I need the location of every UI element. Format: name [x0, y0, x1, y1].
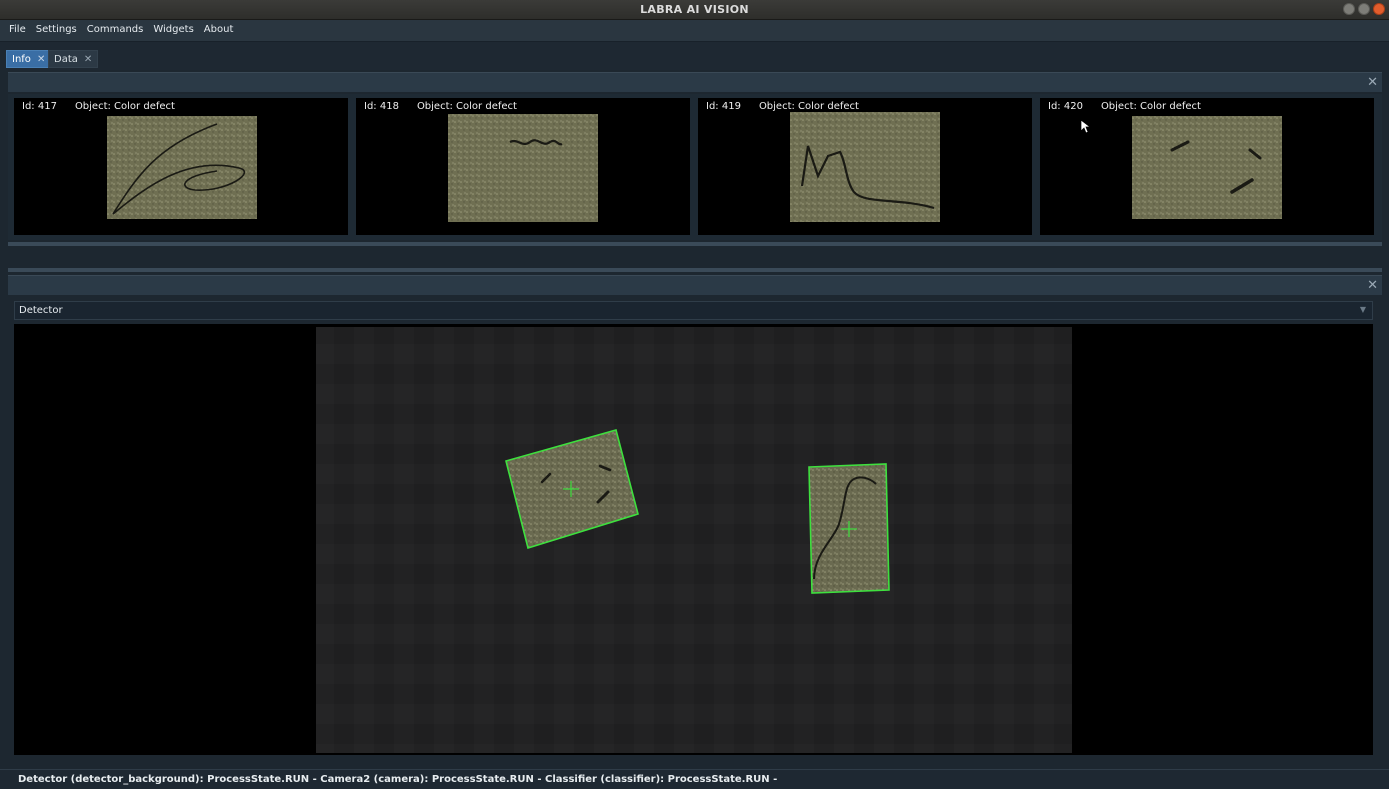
title-bar: LABRA AI VISION	[0, 0, 1389, 20]
defects-dock-header: ✕	[8, 72, 1382, 92]
window-controls	[1343, 3, 1385, 15]
camera-frame	[316, 327, 1072, 753]
defect-object: Object: Color defect	[74, 101, 175, 112]
defect-object: Object: Color defect	[758, 101, 859, 112]
detector-select-value: Detector	[19, 305, 63, 316]
defect-id: Id: 417	[22, 101, 57, 112]
defect-image	[448, 114, 598, 222]
menu-settings[interactable]: Settings	[31, 20, 82, 41]
defect-meta: Id: 418 Object: Color defect	[364, 101, 517, 112]
cursor-icon	[1081, 120, 1091, 134]
defect-id: Id: 418	[364, 101, 399, 112]
defect-card[interactable]: Id: 419 Object: Color defect	[698, 98, 1032, 235]
defect-object: Object: Color defect	[1100, 101, 1201, 112]
chevron-down-icon: ▼	[1359, 305, 1366, 314]
defect-meta: Id: 420 Object: Color defect	[1048, 101, 1201, 112]
minimize-icon[interactable]	[1343, 3, 1355, 15]
menu-widgets[interactable]: Widgets	[148, 20, 198, 41]
menu-about[interactable]: About	[199, 20, 239, 41]
maximize-icon[interactable]	[1358, 3, 1370, 15]
defect-meta: Id: 417 Object: Color defect	[22, 101, 175, 112]
close-icon[interactable]: ✕	[1367, 75, 1378, 90]
defect-image	[1132, 116, 1282, 219]
camera-viewer[interactable]	[14, 324, 1373, 755]
close-icon[interactable]: ✕	[84, 54, 92, 65]
detected-object[interactable]	[808, 463, 890, 594]
defect-card[interactable]: Id: 417 Object: Color defect	[14, 98, 348, 235]
menu-commands[interactable]: Commands	[82, 20, 149, 41]
defect-image	[107, 116, 257, 219]
detector-select[interactable]: Detector ▼	[14, 301, 1373, 320]
defect-id: Id: 419	[706, 101, 741, 112]
camera-image	[316, 327, 1072, 753]
tab-bar: Info ✕ Data ✕	[0, 42, 1389, 70]
defect-object: Object: Color defect	[416, 101, 517, 112]
splitter[interactable]	[8, 242, 1382, 246]
menu-file[interactable]: File	[4, 20, 31, 41]
tab-info[interactable]: Info ✕	[6, 50, 52, 68]
tab-data-label: Data	[54, 53, 78, 65]
defect-image	[790, 112, 940, 222]
defect-id: Id: 420	[1048, 101, 1083, 112]
close-icon[interactable]	[1373, 3, 1385, 15]
menu-bar: File Settings Commands Widgets About	[0, 20, 1389, 42]
defect-meta: Id: 419 Object: Color defect	[706, 101, 859, 112]
window-title: LABRA AI VISION	[640, 3, 749, 16]
close-icon[interactable]: ✕	[37, 54, 45, 65]
tab-data[interactable]: Data ✕	[48, 50, 99, 68]
close-icon[interactable]: ✕	[1367, 278, 1378, 293]
tab-info-label: Info	[12, 53, 31, 65]
status-bar: Detector (detector_background): ProcessS…	[0, 769, 1389, 789]
detector-dock-header: ✕	[8, 275, 1382, 295]
defect-card[interactable]: Id: 418 Object: Color defect	[356, 98, 690, 235]
defect-thumbnails: Id: 417 Object: Color defect Id: 418 Objec…	[8, 94, 1382, 240]
defect-card[interactable]: Id: 420 Object: Color defect	[1040, 98, 1374, 235]
splitter[interactable]	[8, 268, 1382, 272]
